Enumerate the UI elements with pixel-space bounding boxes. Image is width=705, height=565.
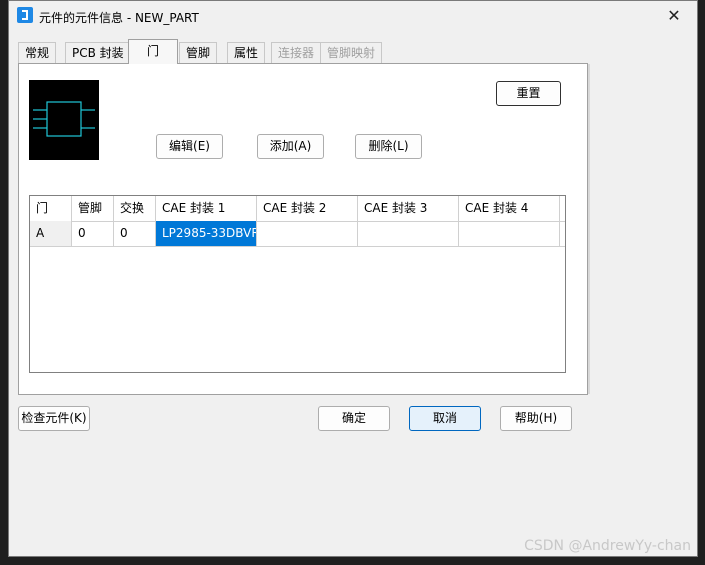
cell-swap[interactable]: 0 bbox=[114, 221, 156, 246]
table-header: 门 管脚 交换 CAE 封装 1 CAE 封装 2 CAE 封装 3 CAE 封… bbox=[30, 196, 565, 222]
gate-symbol-preview bbox=[29, 80, 99, 160]
table-row[interactable]: A 0 0 LP2985-33DBVR bbox=[30, 221, 565, 247]
edit-button[interactable]: 编辑(E) bbox=[156, 134, 223, 159]
column-header-cae-decal-2[interactable]: CAE 封装 2 bbox=[257, 196, 358, 221]
column-header-gate[interactable]: 门 bbox=[30, 196, 72, 221]
column-header-pins[interactable]: 管脚 bbox=[72, 196, 114, 221]
ok-button[interactable]: 确定 bbox=[318, 406, 390, 431]
cell-pins[interactable]: 0 bbox=[72, 221, 114, 246]
column-header-cae-decal-4[interactable]: CAE 封装 4 bbox=[459, 196, 560, 221]
check-part-button[interactable]: 检查元件(K) bbox=[18, 406, 90, 431]
column-header-swap[interactable]: 交换 bbox=[114, 196, 156, 221]
column-header-cae-decal-1[interactable]: CAE 封装 1 bbox=[156, 196, 257, 221]
tab-pins[interactable]: 管脚 bbox=[179, 42, 218, 63]
cell-cae-decal-3[interactable] bbox=[358, 221, 459, 246]
tab-gates[interactable]: 门 bbox=[128, 39, 178, 64]
dialog-window: 元件的元件信息 - NEW_PART ✕ 常规 PCB 封装 门 管脚 属性 连… bbox=[8, 0, 698, 557]
cell-gate[interactable]: A bbox=[30, 221, 72, 246]
gates-table[interactable]: 门 管脚 交换 CAE 封装 1 CAE 封装 2 CAE 封装 3 CAE 封… bbox=[29, 195, 566, 373]
delete-button[interactable]: 删除(L) bbox=[355, 134, 422, 159]
tab-general[interactable]: 常规 bbox=[18, 42, 57, 63]
app-icon bbox=[17, 7, 33, 23]
add-button[interactable]: 添加(A) bbox=[257, 134, 324, 159]
cell-cae-decal-1[interactable]: LP2985-33DBVR bbox=[156, 221, 257, 246]
tab-pcb-decals[interactable]: PCB 封装 bbox=[65, 42, 131, 63]
cell-cae-decal-4[interactable] bbox=[459, 221, 560, 246]
watermark: CSDN @AndrewYy-chan bbox=[524, 538, 691, 554]
reset-button[interactable]: 重置 bbox=[496, 81, 561, 106]
cancel-button[interactable]: 取消 bbox=[409, 406, 481, 431]
tab-pin-mapping: 管脚映射 bbox=[320, 42, 383, 63]
tab-connector: 连接器 bbox=[271, 42, 322, 63]
window-title: 元件的元件信息 - NEW_PART bbox=[39, 11, 199, 25]
cell-cae-decal-2[interactable] bbox=[257, 221, 358, 246]
title-bar[interactable]: 元件的元件信息 - NEW_PART ✕ bbox=[9, 1, 697, 31]
gates-tab-panel: 重置 编辑(E) 添加(A) 删除(L) 门 管脚 交换 CAE 封装 1 CA… bbox=[18, 63, 590, 395]
tab-attributes[interactable]: 属性 bbox=[227, 42, 266, 63]
column-header-cae-decal-3[interactable]: CAE 封装 3 bbox=[358, 196, 459, 221]
ic-symbol-icon bbox=[33, 101, 95, 137]
help-button[interactable]: 帮助(H) bbox=[500, 406, 572, 431]
close-button[interactable]: ✕ bbox=[659, 5, 689, 27]
